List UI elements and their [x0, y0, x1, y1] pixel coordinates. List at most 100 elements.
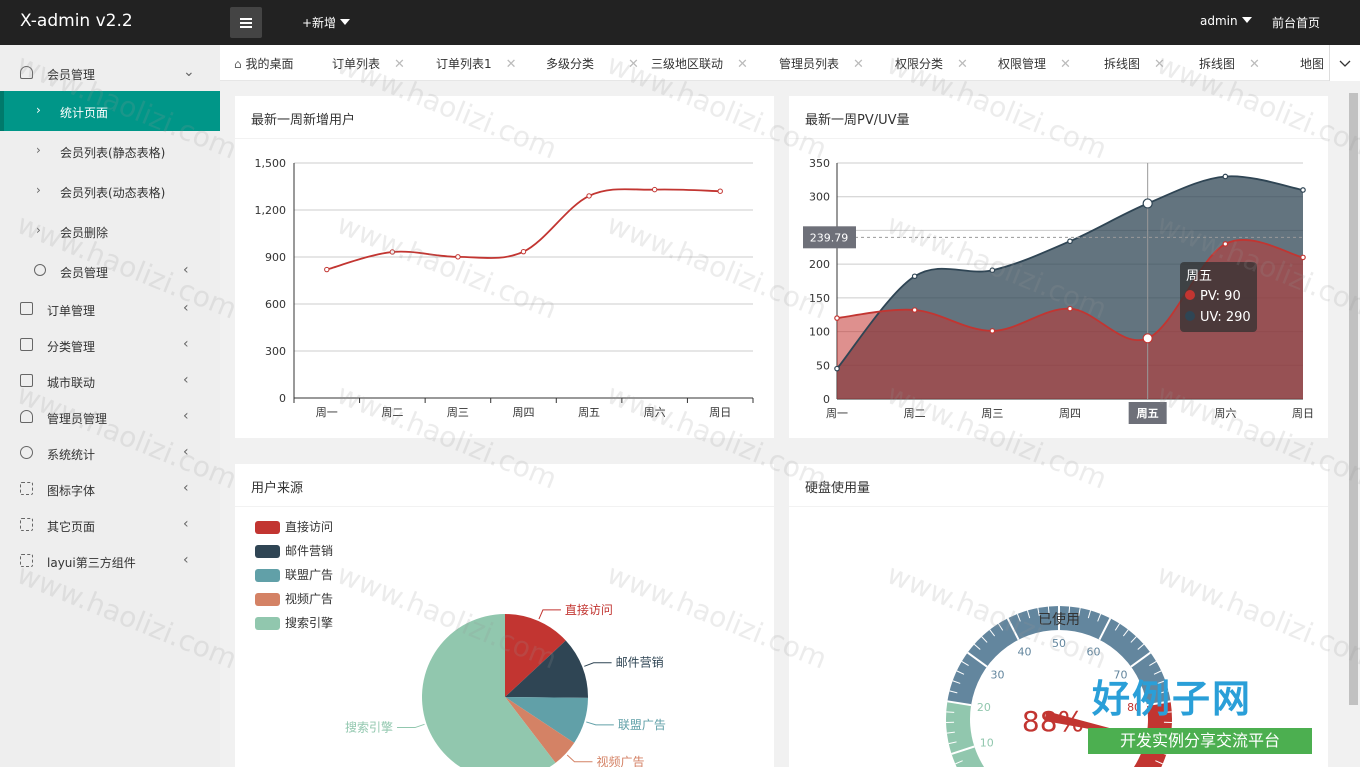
chevron-down-icon: ⌄ — [183, 64, 195, 80]
y-tick-label: 0 — [279, 392, 286, 405]
tab-region-linkage[interactable]: 三级地区联动 ✕ — [651, 55, 748, 72]
x-tick-label: 周六 — [1214, 407, 1236, 420]
data-point — [520, 248, 527, 255]
admin-icon — [20, 410, 33, 423]
close-icon[interactable]: ✕ — [394, 57, 405, 72]
brand-logo: 好例子网 开发实例分享交流平台 — [1088, 668, 1314, 760]
chevron-right-icon: › — [36, 103, 41, 117]
sidebar-item-order-management[interactable]: 订单管理 ‹ — [0, 291, 220, 327]
sidebar-item-member-management[interactable]: 会员管理 ⌄ — [0, 55, 220, 91]
data-point — [834, 365, 840, 372]
chevron-left-icon: ‹ — [183, 408, 189, 424]
close-icon[interactable]: ✕ — [1249, 57, 1260, 72]
grid-icon — [20, 518, 33, 531]
sidebar-item-layui-components[interactable]: layui第三方组件 ‹ — [0, 543, 220, 579]
data-point — [1067, 238, 1073, 245]
tab-order-list[interactable]: 订单列表 ✕ — [332, 55, 405, 72]
front-page-link[interactable]: 前台首页 — [1272, 14, 1320, 31]
gauge-tick-label: 40 — [1017, 645, 1031, 658]
sidebar-item-label: 管理员管理 — [47, 412, 108, 426]
sidebar-item-other-pages[interactable]: 其它页面 ‹ — [0, 507, 220, 543]
gauge-tick-label: 50 — [1052, 637, 1066, 650]
close-icon[interactable]: ✕ — [1154, 57, 1165, 72]
legend-swatch — [255, 593, 280, 606]
tab-my-desktop[interactable]: ⌂ 我的桌面 — [234, 55, 293, 72]
sidebar-item-system-statistics[interactable]: 系统统计 ‹ — [0, 435, 220, 471]
slice-label: 邮件营销 — [616, 656, 664, 670]
user-circle-icon — [34, 264, 46, 276]
sidebar-item-member-delete[interactable]: › 会员删除 — [0, 213, 220, 249]
pie-chart: 直接访问邮件营销联盟广告视频广告搜索引擎直接访问邮件营销联盟广告视频广告搜索引擎 — [255, 519, 666, 767]
close-icon[interactable]: ✕ — [628, 57, 639, 72]
legend-label: 联盟广告 — [285, 568, 333, 582]
legend-swatch — [255, 521, 280, 534]
user-menu[interactable]: admin — [1200, 14, 1252, 28]
caret-down-icon — [1241, 17, 1252, 23]
data-point — [1300, 187, 1306, 193]
sidebar-item-label: 订单管理 — [47, 304, 96, 318]
sidebar-item-city-linkage[interactable]: 城市联动 ‹ — [0, 363, 220, 399]
label-line — [584, 662, 612, 667]
tab-permission-category[interactable]: 权限分类 ✕ — [895, 55, 968, 72]
tab-order-list-1[interactable]: 订单列表1 ✕ — [436, 55, 517, 72]
sidebar-item-member-management-sub[interactable]: 会员管理 ‹ — [0, 253, 220, 289]
tab-label: 订单列表1 — [436, 57, 492, 71]
close-icon[interactable]: ✕ — [506, 57, 517, 72]
sidebar-item-label: 会员列表(静态表格) — [60, 146, 166, 160]
city-icon — [20, 374, 33, 387]
y-tick-label: 200 — [809, 258, 830, 271]
menu-toggle-button[interactable] — [230, 7, 262, 38]
tab-line-chart[interactable]: 拆线图 ✕ — [1104, 55, 1165, 72]
x-tick-label: 周五 — [1137, 407, 1159, 420]
scrollbar[interactable] — [1346, 81, 1360, 767]
add-new-button[interactable]: +新增 — [302, 14, 351, 31]
chevron-down-icon — [1339, 60, 1351, 67]
close-icon[interactable]: ✕ — [853, 57, 864, 72]
sidebar-item-member-list-static[interactable]: › 会员列表(静态表格) — [0, 133, 220, 169]
y-tick-label: 0 — [823, 393, 830, 406]
sidebar-item-member-list-dynamic[interactable]: › 会员列表(动态表格) — [0, 173, 220, 209]
tab-label: 权限分类 — [895, 57, 944, 71]
tab-label: 拆线图 — [1104, 57, 1141, 71]
chevron-right-icon: › — [36, 183, 41, 197]
tab-more-button[interactable] — [1329, 45, 1360, 81]
data-point — [834, 315, 840, 321]
sidebar-item-icon-font[interactable]: 图标字体 ‹ — [0, 471, 220, 507]
tab-label: 权限管理 — [998, 57, 1047, 71]
tab-permission-management[interactable]: 权限管理 ✕ — [998, 55, 1071, 72]
label-line — [586, 721, 614, 726]
label-line — [538, 609, 561, 620]
tab-multi-category[interactable]: 多级分类 ✕ — [546, 55, 639, 72]
gauge-tick-label: 10 — [980, 736, 994, 749]
y-tick-label: 100 — [809, 326, 830, 339]
tab-admin-list[interactable]: 管理员列表 ✕ — [779, 55, 864, 72]
slice-label: 搜索引擎 — [345, 720, 393, 735]
data-point — [1142, 333, 1153, 344]
tab-map[interactable]: 地图 — [1300, 55, 1324, 72]
slice-label: 直接访问 — [565, 602, 613, 617]
y-tick-label: 350 — [809, 157, 830, 170]
app-logo[interactable]: X-admin v2.2 — [20, 11, 133, 31]
data-point — [989, 328, 996, 334]
close-icon[interactable]: ✕ — [737, 57, 748, 72]
panel-pv-uv: 最新一周PV/UV量 050100150200250300350239.79周一… — [789, 96, 1328, 438]
data-point — [324, 266, 330, 273]
chevron-left-icon: ‹ — [183, 336, 189, 352]
brand-subtitle: 开发实例分享交流平台 — [1088, 728, 1312, 754]
x-tick-label: 周一 — [826, 407, 848, 420]
data-point — [586, 193, 592, 199]
y-tick-label: 50 — [816, 359, 830, 372]
data-point — [1142, 198, 1153, 209]
sidebar-item-statistics-page[interactable]: › 统计页面 — [0, 91, 220, 131]
scrollbar-thumb[interactable] — [1349, 93, 1358, 705]
tab-label: 拆线图 — [1199, 57, 1236, 71]
sidebar-item-category-management[interactable]: 分类管理 ‹ — [0, 327, 220, 363]
tab-line-chart-2[interactable]: 拆线图 ✕ — [1199, 55, 1260, 72]
sidebar-item-label: 系统统计 — [47, 448, 96, 462]
close-icon[interactable]: ✕ — [1060, 57, 1071, 72]
tab-bar: ⌂ 我的桌面 订单列表 ✕ 订单列表1 ✕ 多级分类 ✕ 三级地区联动 ✕ 管理员列表 ✕… — [220, 45, 1360, 81]
chevron-left-icon: ‹ — [183, 300, 189, 316]
sidebar-item-label: 统计页面 — [60, 106, 109, 120]
sidebar-item-admin-management[interactable]: 管理员管理 ‹ — [0, 399, 220, 435]
close-icon[interactable]: ✕ — [957, 57, 968, 72]
